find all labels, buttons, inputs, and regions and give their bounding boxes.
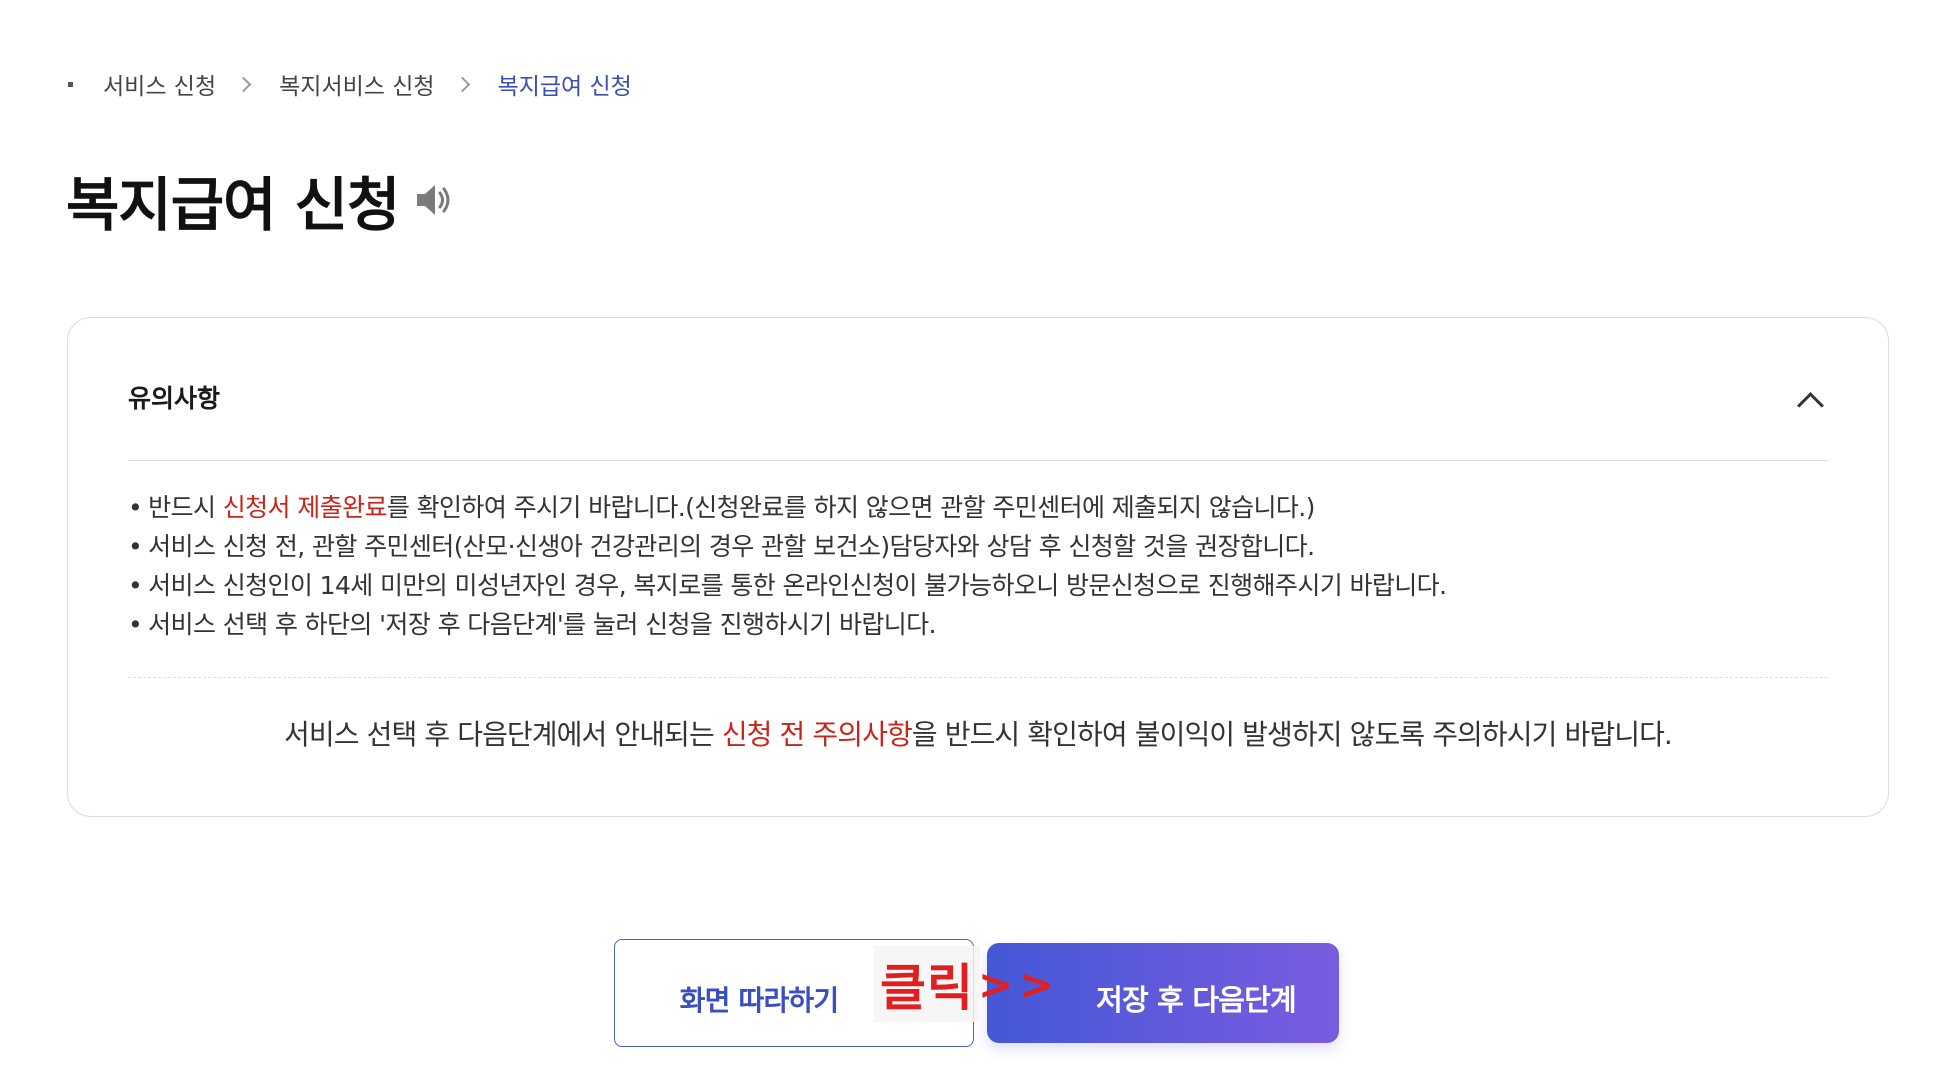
notice-item-text: 서비스 신청 전, 관할 주민센터(산모·신생아 건강관리의 경우 관할 보건소… — [148, 532, 1315, 561]
notice-title: 유의사항 — [128, 384, 221, 413]
notice-item-text: 반드시 — [148, 493, 223, 522]
notice-header[interactable]: 유의사항 — [128, 360, 1828, 461]
chevron-right-icon — [235, 76, 252, 92]
notice-item: 서비스 신청인이 14세 미만의 미성년자인 경우, 복지로를 통한 온라인신청… — [128, 566, 1828, 605]
breadcrumb-item-service-apply[interactable]: 서비스 신청 — [103, 67, 216, 101]
chevron-up-icon[interactable] — [1797, 391, 1824, 419]
click-annotation-text: 클릭 — [880, 959, 974, 1017]
chevron-right-icon — [454, 76, 470, 92]
notice-item-text: 를 확인하여 주시기 바랍니다.(신청완료를 하지 않으면 관할 주민센터에 제… — [386, 493, 1316, 522]
notice-item: 서비스 선택 후 하단의 '저장 후 다음단계'를 눌러 신청을 진행하시기 바… — [128, 605, 1828, 644]
breadcrumb-item-welfare-benefit-apply: 복지급여 신청 — [497, 74, 632, 100]
breadcrumb-bullet — [68, 81, 73, 87]
notice-footer: 서비스 선택 후 다음단계에서 안내되는 신청 전 주의사항을 반드시 확인하여… — [128, 713, 1828, 753]
follow-screen-button-label: 화면 따라하기 — [679, 984, 840, 1017]
notice-divider — [128, 677, 1828, 678]
notice-list: 반드시 신청서 제출완료를 확인하여 주시기 바랍니다.(신청완료를 하지 않으… — [128, 488, 1828, 644]
breadcrumb-item-welfare-service-apply[interactable]: 복지서비스 신청 — [279, 67, 434, 101]
page-title: 복지급여 신청 — [66, 171, 400, 239]
notice-card: 유의사항 반드시 신청서 제출완료를 확인하여 주시기 바랍니다.(신청완료를 … — [67, 317, 1889, 817]
notice-footer-text: 을 반드시 확인하여 불이익이 발생하지 않도록 주의하시기 바랍니다. — [911, 718, 1673, 751]
breadcrumb: 서비스 신청 복지서비스 신청 복지급여 신청 — [68, 66, 632, 102]
notice-item-highlight: 신청서 제출완료 — [222, 493, 388, 522]
save-and-next-button-label: 저장 후 다음단계 — [1096, 983, 1297, 1017]
click-annotation-arrows: >> — [978, 960, 1061, 1009]
notice-item: 반드시 신청서 제출완료를 확인하여 주시기 바랍니다.(신청완료를 하지 않으… — [128, 488, 1828, 527]
notice-item-text: 서비스 신청인이 14세 미만의 미성년자인 경우, 복지로를 통한 온라인신청… — [148, 571, 1447, 600]
click-annotation: 클릭 — [874, 946, 980, 1022]
notice-footer-text: 서비스 선택 후 다음단계에서 안내되는 — [284, 718, 722, 751]
notice-footer-highlight: 신청 전 주의사항 — [721, 718, 913, 751]
notice-item-text: 서비스 선택 후 하단의 '저장 후 다음단계'를 눌러 신청을 진행하시기 바… — [148, 610, 936, 639]
page-title-row: 복지급여 신청 — [66, 160, 455, 240]
speaker-icon[interactable] — [411, 178, 455, 222]
notice-item: 서비스 신청 전, 관할 주민센터(산모·신생아 건강관리의 경우 관할 보건소… — [128, 527, 1828, 566]
